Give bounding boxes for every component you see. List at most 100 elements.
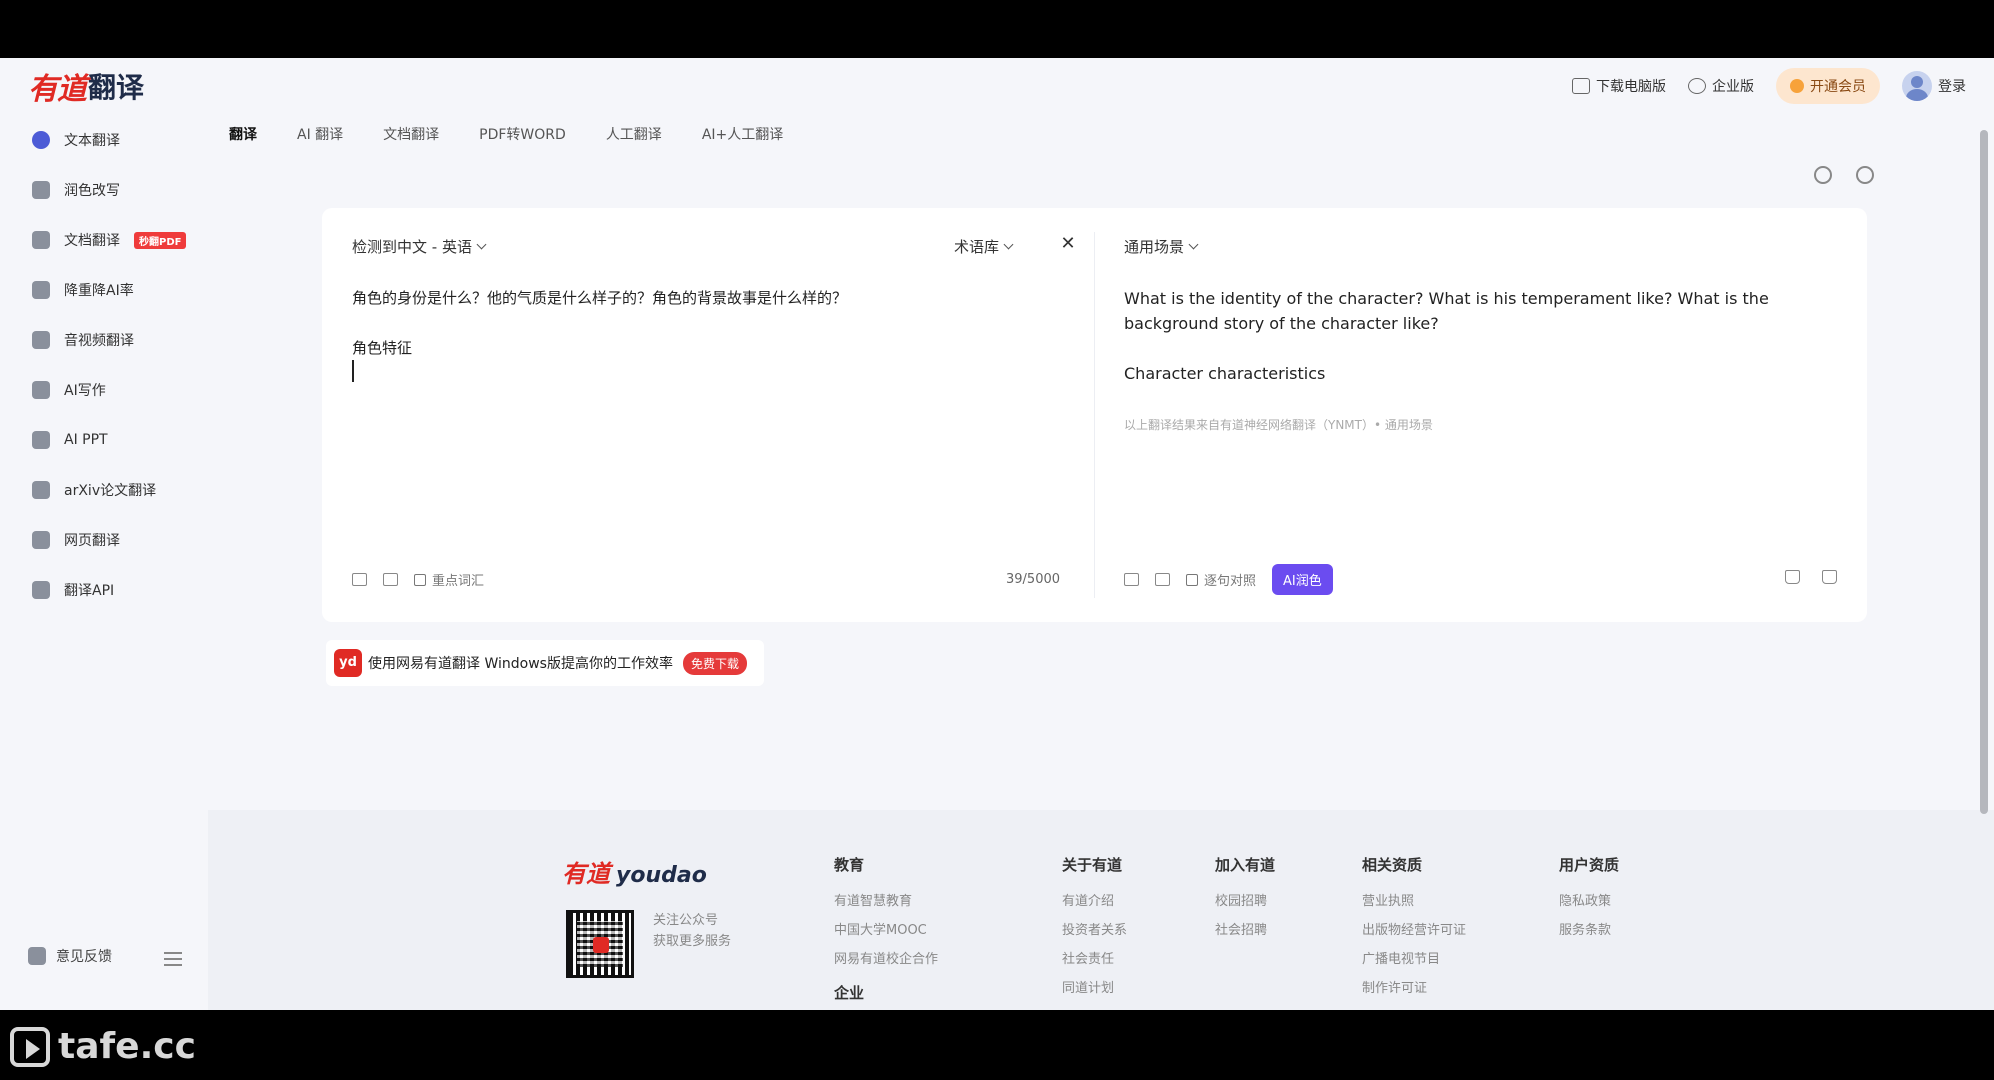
sidebar-item-text-translate[interactable]: 文本翻译 [32, 120, 202, 160]
enterprise-button[interactable]: 企业版 [1688, 76, 1754, 96]
language-label: 检测到中文 - 英语 [352, 238, 472, 256]
history-icon[interactable] [1856, 166, 1874, 184]
footer-link[interactable]: 营业执照 [1362, 887, 1466, 916]
translation-panel: 检测到中文 - 英语 术语库 ✕ 角色的身份是什么？他的气质是什么样子的？角色的… [322, 208, 1867, 622]
books-icon [32, 481, 50, 499]
target-line: Character characteristics [1124, 364, 1326, 383]
speaker-icon[interactable] [1124, 573, 1139, 586]
logo-mark: 有道 [28, 72, 87, 107]
sidebar-item-av-translate[interactable]: 音视频翻译 [32, 320, 202, 360]
sidebar-item-label: 润色改写 [64, 183, 120, 199]
vip-button[interactable]: 开通会员 [1776, 68, 1880, 104]
language-selector[interactable]: 检测到中文 - 英语 [352, 236, 487, 257]
thumbs-down-icon[interactable] [1822, 570, 1837, 584]
footer-link[interactable]: 社会责任 [1062, 945, 1127, 974]
feedback-label: 意见反馈 [56, 949, 112, 965]
footer-link[interactable]: 投资者关系 [1062, 916, 1127, 945]
key-vocab-checkbox[interactable]: 重点词汇 [414, 570, 484, 589]
tab-translate[interactable]: 翻译 [229, 124, 257, 144]
footer-link[interactable]: 隐私政策 [1559, 887, 1619, 916]
sentence-compare-checkbox[interactable]: 逐句对照 [1186, 570, 1256, 589]
sidebar-item-ai-writing[interactable]: AI写作 [32, 370, 202, 410]
footer-col-join: 加入有道 校园招聘 社会招聘 [1215, 854, 1275, 945]
ai-polish-button[interactable]: AI润色 [1272, 564, 1333, 595]
tab-ai-human-translate[interactable]: AI+人工翻译 [702, 124, 783, 144]
footer-link[interactable]: 出版物经营许可证 [1362, 916, 1466, 945]
target-line: What is the identity of the character? W… [1124, 289, 1769, 333]
youdao-logo[interactable]: 有道 翻译 [28, 66, 144, 107]
collapse-menu-icon[interactable] [164, 952, 182, 966]
pane-divider [1094, 232, 1095, 598]
tab-ai-translate[interactable]: AI 翻译 [297, 124, 343, 144]
watermark: tafe.cc [10, 1026, 196, 1067]
vip-label: 开通会员 [1810, 79, 1866, 95]
footer-col-about: 关于有道 有道介绍 投资者关系 社会责任 同道计划 [1062, 854, 1127, 1003]
footer-link[interactable]: 中国大学MOOC [834, 916, 938, 945]
footer-link[interactable]: 有道智慧教育 [834, 887, 938, 916]
rating [1785, 570, 1837, 584]
char-count: 39/5000 [1006, 572, 1061, 587]
footer-link[interactable]: 同道计划 [1062, 974, 1127, 1003]
clear-icon[interactable]: ✕ [1056, 232, 1080, 256]
video-icon [32, 331, 50, 349]
speaker-icon[interactable] [352, 573, 367, 586]
footer-link[interactable]: 社会招聘 [1215, 916, 1275, 945]
sidebar-item-reduce-ai[interactable]: 降重降AI率 [32, 270, 202, 310]
pen-icon [32, 381, 50, 399]
slides-icon [32, 431, 50, 449]
tab-human-translate[interactable]: 人工翻译 [606, 124, 662, 144]
app-window: 有道 翻译 下载电脑版 企业版 开通会员 登录 文本翻译 润色改写 文档翻译 秒… [0, 58, 1994, 1010]
footer-col-education: 教育 有道智慧教育 中国大学MOOC 网易有道校企合作 企业 [834, 854, 938, 1010]
login-button[interactable]: 登录 [1902, 71, 1966, 101]
tab-doc-translate[interactable]: 文档翻译 [383, 124, 439, 144]
footer-link[interactable]: 有道介绍 [1062, 887, 1127, 916]
feedback-button[interactable]: 意见反馈 [28, 946, 112, 966]
mode-tabs: 翻译 AI 翻译 文档翻译 PDF转WORD 人工翻译 AI+人工翻译 [229, 124, 783, 144]
login-label: 登录 [1938, 79, 1966, 95]
source-input[interactable]: 角色的身份是什么？他的气质是什么样子的？角色的背景故事是什么样的？ 角色特征 [352, 286, 1072, 386]
thumbs-up-icon[interactable] [1785, 570, 1800, 584]
download-promo-banner[interactable]: yd 使用网易有道翻译 Windows版提高你的工作效率 免费下载 [326, 640, 764, 686]
sidebar-item-arxiv[interactable]: arXiv论文翻译 [32, 470, 202, 510]
coin-icon [1790, 79, 1804, 93]
sidebar-item-label: 文档翻译 [64, 233, 120, 249]
download-icon [1572, 78, 1590, 94]
checkbox-icon [414, 573, 426, 586]
footer-link[interactable]: 网易有道校企合作 [834, 945, 938, 974]
settings-icon[interactable] [1814, 166, 1832, 184]
chevron-down-icon [1003, 239, 1014, 250]
pdf-badge: 秒翻PDF [134, 231, 187, 249]
print-icon[interactable] [383, 573, 398, 586]
chevron-down-icon [476, 239, 487, 250]
source-line: 角色特征 [352, 339, 413, 357]
footer-link[interactable]: 服务条款 [1559, 916, 1619, 945]
scene-selector[interactable]: 通用场景 [1124, 236, 1199, 257]
sidebar-item-web-translate[interactable]: 网页翻译 [32, 520, 202, 560]
scene-label: 通用场景 [1124, 238, 1185, 256]
sidebar-item-api[interactable]: 翻译API [32, 570, 202, 610]
enterprise-label: 企业版 [1712, 79, 1754, 95]
footer-link[interactable]: 广播电视节目 [1362, 945, 1466, 974]
glossary-dropdown[interactable]: 术语库 [954, 236, 1014, 257]
promo-text: 使用网易有道翻译 Windows版提高你的工作效率 [368, 656, 673, 672]
sidebar-item-doc-translate[interactable]: 文档翻译 秒翻PDF [32, 220, 202, 260]
footer-col-title: 相关资质 [1362, 856, 1423, 874]
play-icon [10, 1026, 50, 1067]
webpage-icon [32, 531, 50, 549]
free-download-button[interactable]: 免费下载 [682, 651, 747, 675]
footer-link[interactable]: 校园招聘 [1215, 887, 1275, 916]
qr-line: 关注公众号 [653, 913, 719, 928]
document-icon [32, 231, 50, 249]
avatar [1902, 71, 1932, 101]
sidebar-item-polish[interactable]: 润色改写 [32, 170, 202, 210]
tab-pdf-to-word[interactable]: PDF转WORD [479, 124, 566, 144]
copy-icon[interactable] [1155, 573, 1170, 586]
panel-tools [1814, 166, 1874, 184]
download-pc-button[interactable]: 下载电脑版 [1572, 76, 1666, 96]
sidebar-item-ai-ppt[interactable]: AI PPT [32, 420, 202, 460]
top-bar: 有道 翻译 下载电脑版 企业版 开通会员 登录 [0, 58, 1994, 114]
footer-logo-mark: 有道 [562, 860, 610, 888]
scrollbar-thumb[interactable] [1980, 130, 1988, 814]
footer-col-user: 用户资质 隐私政策 服务条款 [1559, 854, 1619, 945]
footer-link[interactable]: 制作许可证 [1362, 974, 1466, 1003]
